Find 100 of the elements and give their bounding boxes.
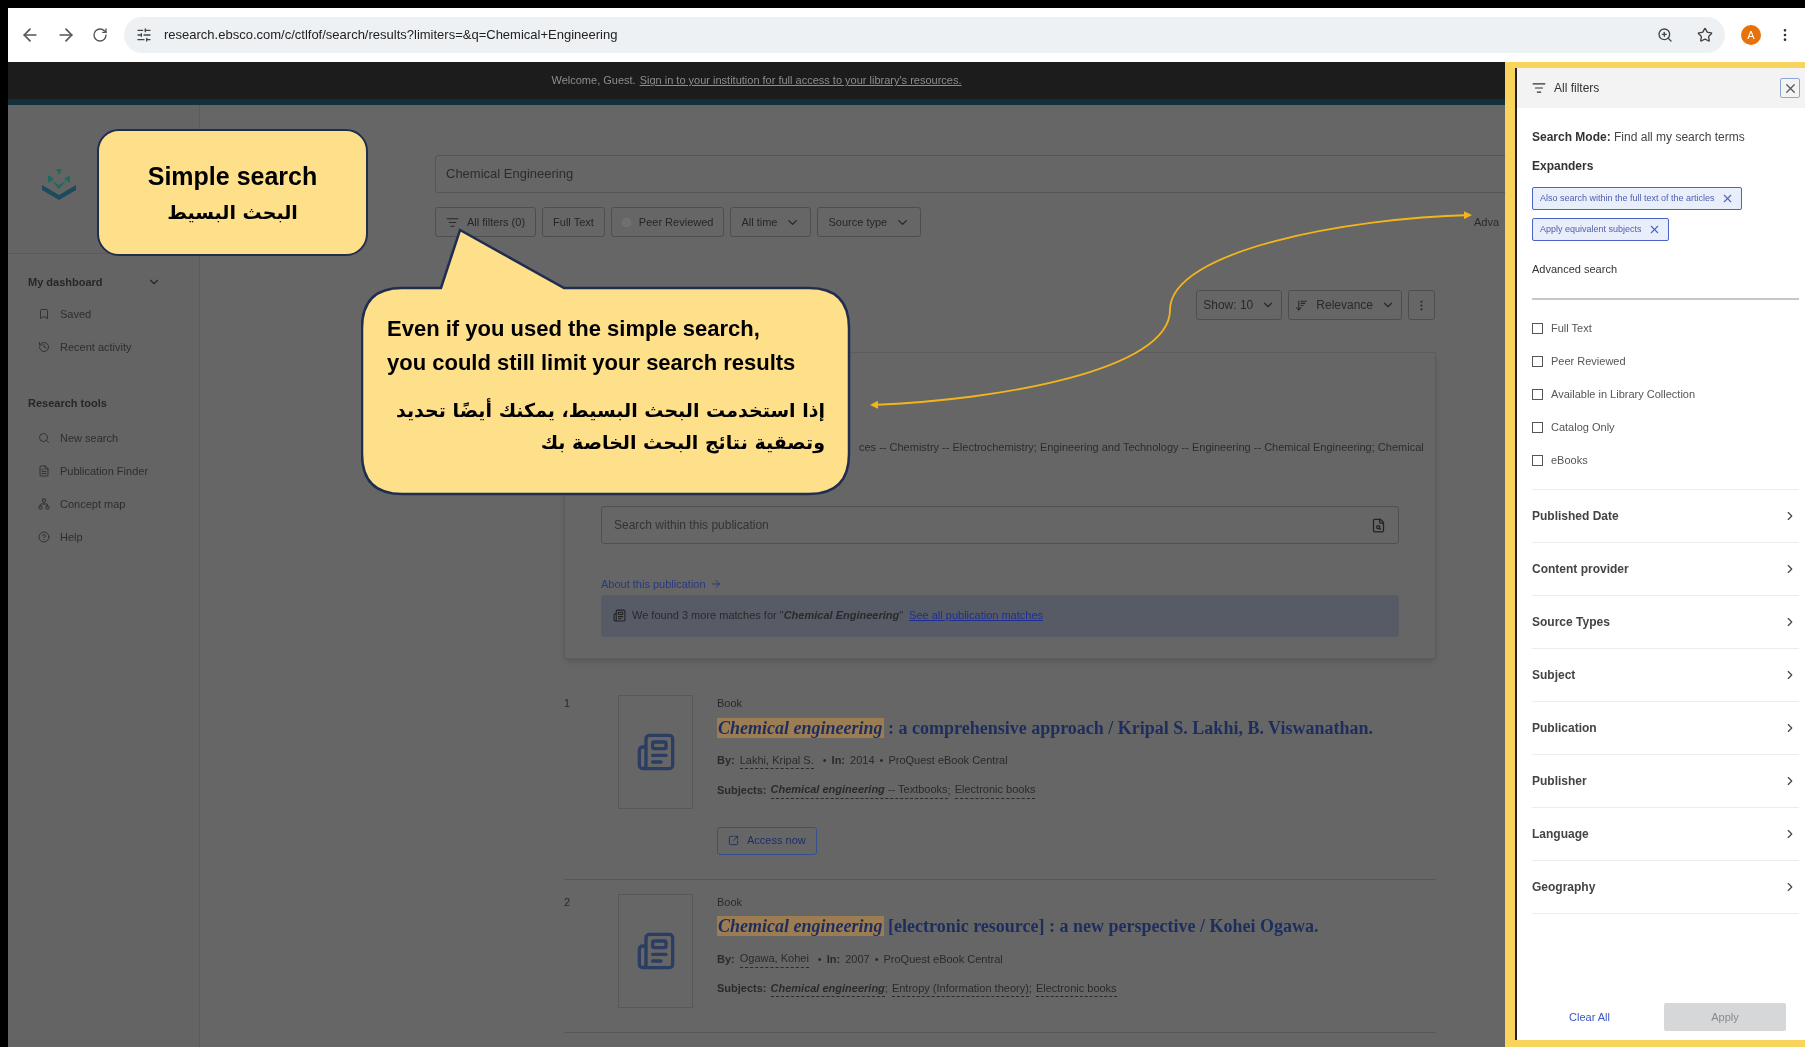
about-publication-link[interactable]: About this publication (601, 576, 722, 593)
panel-title: All filters (1554, 80, 1601, 97)
access-now-button[interactable]: Access now (717, 826, 817, 855)
subjects-label: Subjects: (717, 981, 767, 996)
bookmark-star-icon[interactable] (1697, 27, 1713, 43)
document-icon (38, 465, 50, 477)
help-icon (38, 531, 50, 543)
sign-in-link[interactable]: Sign in to your institution for full access to your library's resources. (639, 72, 962, 89)
profile-avatar[interactable]: A (1741, 25, 1761, 45)
separator: ; (884, 981, 888, 996)
checkbox[interactable] (1532, 389, 1543, 400)
limiter-option[interactable]: Available in Library Collection (1532, 385, 1799, 404)
callout-arabic-text: وتصقية نتائج البحث الخاصة بك (540, 430, 825, 456)
separator: ; (947, 782, 951, 798)
section-heading: Research tools (28, 395, 107, 411)
in-label: In: (831, 753, 846, 768)
logo-icon (40, 167, 78, 201)
by-label: By: (717, 951, 735, 967)
sort-icon (1295, 298, 1309, 312)
advanced-search-heading: Advanced search (1532, 262, 1618, 277)
publication-subjects: ces -- Chemistry -- Electrochemistry; Engineering and Technology -- Engineering -- Chemical Engineering; Chemical (859, 440, 1424, 454)
expanders-heading: Expanders (1532, 158, 1595, 175)
filter-button[interactable]: All time (730, 207, 812, 237)
sort-dropdown[interactable]: Relevance (1288, 290, 1402, 320)
facet-row[interactable]: Publication (1532, 701, 1799, 755)
limiter-option[interactable]: Catalog Only (1532, 418, 1799, 437)
filter-icon (446, 215, 459, 229)
clear-all-button[interactable]: Clear All (1532, 1008, 1647, 1026)
checkbox[interactable] (1532, 356, 1543, 367)
by-label: By: (717, 753, 735, 768)
bullet: • (817, 951, 822, 967)
result-title[interactable]: Chemical engineering [electronic resource] : a new perspective / Kohei Ogawa. (717, 913, 1319, 940)
site-settings-icon[interactable] (136, 27, 152, 43)
bookmark-icon (38, 308, 50, 320)
newspaper-icon (613, 609, 626, 622)
callout-text: you could still limit your search results (387, 349, 797, 377)
year-text: 2007 (845, 951, 870, 967)
zoom-icon[interactable] (1657, 27, 1673, 43)
source-text: ProQuest eBook Central (883, 951, 1003, 967)
year-text: 2014 (850, 753, 875, 768)
in-label: In: (826, 951, 841, 967)
limiter-option[interactable]: Peer Reviewed (1532, 352, 1799, 371)
facet-row[interactable]: Source Types (1532, 595, 1799, 649)
callout-arabic-text: إذا استخدمت البحث البسيط، يمكنك أيضًا تحديد (396, 397, 825, 424)
checkbox[interactable] (1532, 455, 1543, 466)
arrow-right-icon (709, 578, 722, 591)
close-button[interactable] (1780, 78, 1800, 98)
reload-icon[interactable] (92, 27, 108, 43)
facet-row[interactable]: Language (1532, 807, 1799, 861)
expander-chip[interactable]: Apply equivalent subjects (1532, 218, 1669, 241)
see-all-matches-link[interactable]: See all publication matches (909, 607, 1044, 624)
show-count-dropdown[interactable]: Show: 10 (1196, 290, 1283, 320)
filter-button[interactable]: Full Text (542, 207, 605, 237)
facet-row[interactable]: Content provider (1532, 542, 1799, 596)
bullet: • (879, 753, 884, 768)
result-number: 2 (564, 894, 572, 910)
filter-icon (1532, 81, 1546, 95)
subject-link[interactable]: Electronic books (1035, 979, 1117, 997)
search-field[interactable]: Chemical Engineering (435, 155, 1505, 193)
document-search-icon[interactable] (1371, 517, 1386, 533)
external-link-icon (728, 835, 739, 846)
address-bar[interactable]: research.ebsco.com/c/ctlfof/search/results?limiters=&q=Chemical+Engineering (124, 17, 1725, 53)
advanced-search-link[interactable]: Adva (1473, 213, 1499, 231)
callout-title: Simple search (147, 163, 318, 189)
url-text: research.ebsco.com/c/ctlfof/search/results?limiters=&q=Chemical+Engineering (164, 26, 618, 45)
result-type: Book (717, 894, 744, 910)
limiter-option[interactable]: eBooks (1532, 451, 1799, 470)
author-link[interactable]: Lakhi, Kripal S. (739, 751, 814, 769)
bullet: • (874, 951, 879, 967)
history-icon (38, 341, 50, 353)
facet-row[interactable]: Publisher (1532, 754, 1799, 808)
subject-link[interactable]: Entropy (Information theory) (891, 979, 1029, 997)
facet-row[interactable]: Geography (1532, 860, 1799, 914)
facet-row[interactable]: Subject (1532, 648, 1799, 702)
checkbox[interactable] (1532, 323, 1543, 334)
callout-text: Even if you used the simple search, (387, 315, 761, 343)
result-title[interactable]: Chemical engineering : a comprehensive approach / Kripal S. Lakhi, B. Viswanathan. (717, 714, 1373, 742)
expander-chip[interactable]: Also search within the full text of the articles (1532, 187, 1742, 210)
matches-text: We found 3 more matches for "Chemical Engineering" (632, 608, 904, 624)
subject-link[interactable]: Chemical engineering -- Textbooks (770, 781, 948, 799)
limiter-option[interactable]: Full Text (1532, 319, 1799, 338)
subject-link[interactable]: Chemical engineering (770, 979, 885, 997)
search-mode-text: Search Mode: Find all my search terms (1532, 129, 1746, 146)
search-icon (38, 432, 50, 444)
author-link[interactable]: Ogawa, Kohei (739, 950, 809, 968)
checkbox[interactable] (1532, 422, 1543, 433)
network-icon (38, 498, 50, 510)
source-text: ProQuest eBook Central (888, 753, 1008, 768)
separator: ; (1028, 981, 1032, 996)
subject-link[interactable]: Electronic books (954, 781, 1036, 799)
filter-button[interactable]: Peer Reviewed (610, 207, 725, 237)
result-type: Book (717, 696, 744, 711)
section-heading: My dashboard (28, 274, 103, 290)
filter-button[interactable]: Source type (817, 207, 922, 237)
callout-arabic-text: البحث البسيط (167, 202, 298, 222)
document-icon (635, 732, 676, 772)
facet-row[interactable]: Published Date (1532, 489, 1799, 543)
bullet: • (822, 753, 827, 768)
subjects-label: Subjects: (717, 782, 767, 798)
result-number: 1 (564, 696, 572, 711)
